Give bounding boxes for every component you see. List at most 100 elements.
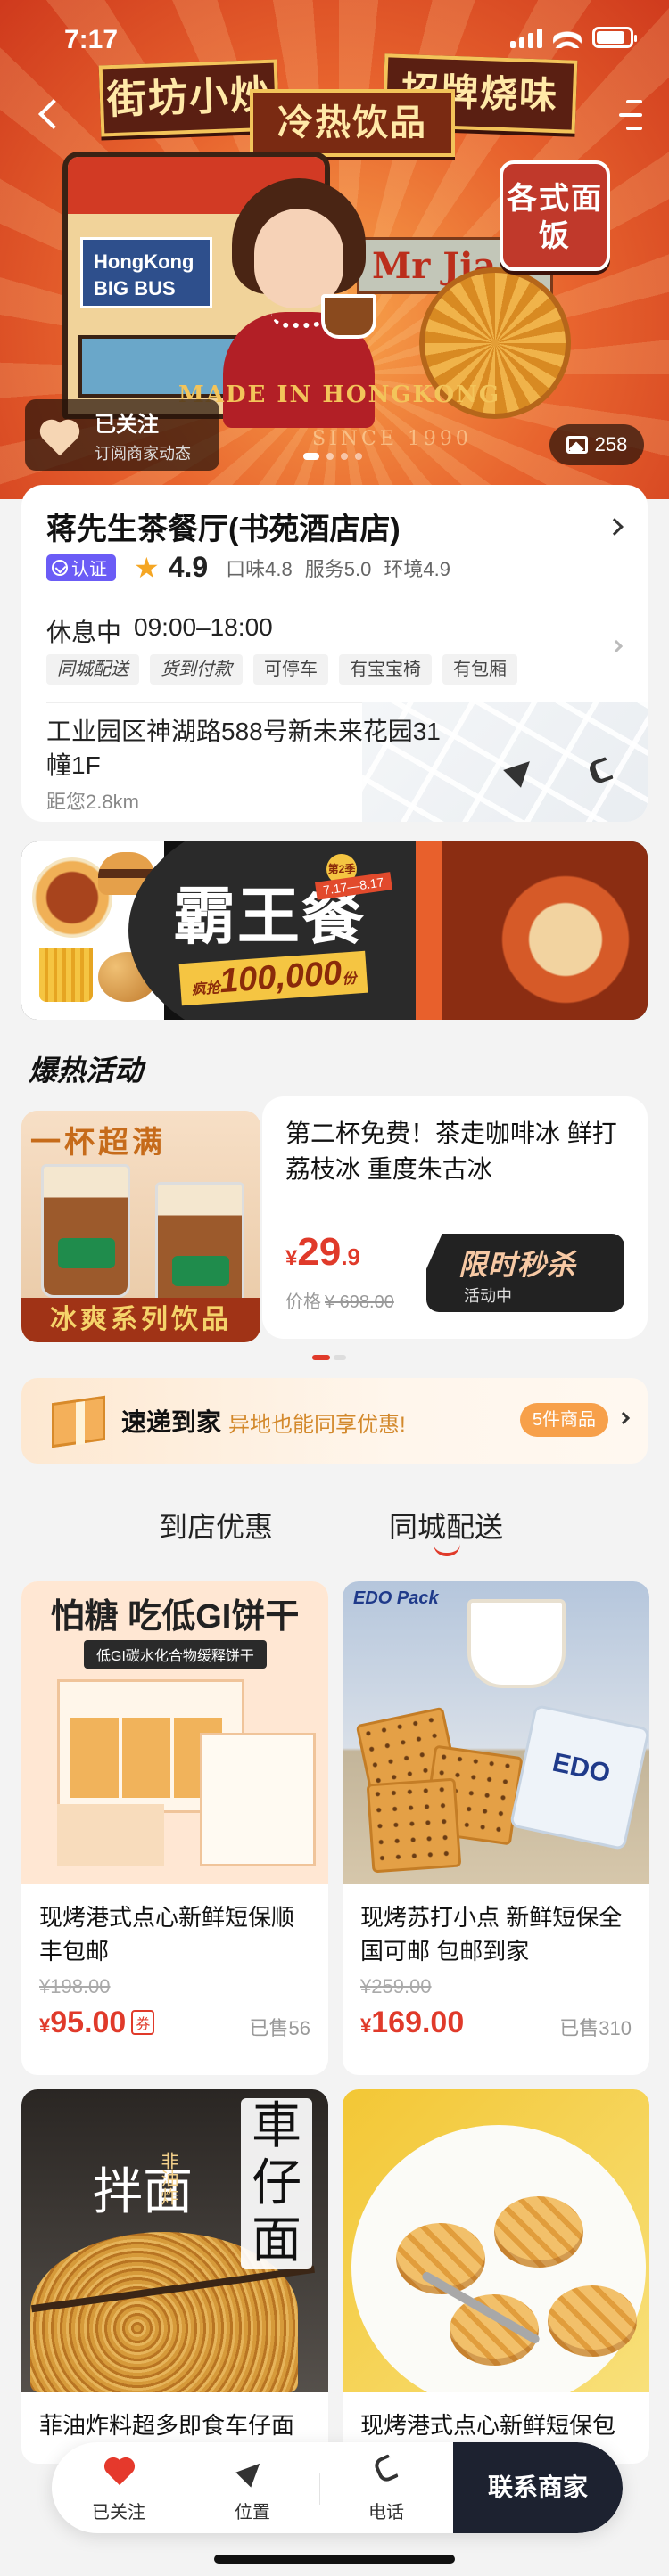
price-value: 95.00 [50,2006,127,2039]
product-original-price: ¥259.00 [360,1975,432,1998]
drink-cup-illustration [155,1182,244,1316]
product-image-text: 非油炸 [158,2152,178,2205]
promo-banner[interactable]: 霸王餐 第2季 7.17—8.17 疯抢100,000份 自选 自助 自取 [21,841,648,1020]
bus-label-2: BIG BUS [94,277,176,299]
coupon-badge: 券 [131,2010,155,2035]
package-icon [41,1391,112,1449]
chevron-right-icon[interactable] [606,518,624,536]
follow-chip[interactable]: 已关注 订阅商家动态 [25,399,219,471]
banner-count-prefix: 疯抢 [191,980,221,998]
signal-icon [510,27,542,48]
certified-label: 认证 [71,560,107,579]
menu-button[interactable] [612,100,642,130]
product-image-brand: EDO Pack [353,1588,439,1608]
product-name: 菲油炸料超多即食车仔面 [39,2412,295,2439]
chevron-right-icon [616,1411,631,1425]
heart-icon [43,419,78,456]
shop-address[interactable]: 工业园区神湖路588号新未来花园31幢1F [46,715,448,783]
product-card[interactable]: 拌面 非油炸 車仔面 菲油炸料超多即食车仔面 [21,2089,328,2464]
activity-title: 第二杯免费！茶走咖啡冰 鲜打荔枝冰 重度朱古冰 [285,1120,617,1183]
product-image-subheading: 低GI碳水化合物缓释饼干 [84,1640,267,1669]
chevron-right-icon[interactable] [609,639,624,653]
rating-score: 4.9 [168,551,209,583]
express-count-badge: 5件商品 [519,1403,608,1437]
hero-sign-2: 冷热饮品 [250,89,455,157]
follow-subtitle: 订阅商家动态 [95,444,191,463]
price-integer: 29 [297,1230,342,1274]
express-title: 速递到家 [121,1408,222,1436]
product-card[interactable]: EDO Pack 现烤苏打小点 新鲜短保全国可邮 包邮到家 ¥259.00 ¥1… [343,1581,649,2075]
tab-bar: 到店优惠 同城配送 [0,1505,669,1558]
carousel-dots [303,453,362,460]
product-image: 拌面 非油炸 車仔面 [21,2089,328,2392]
hero-since: SINCE 1990 [312,428,472,450]
photo-album-button[interactable]: 258 [549,424,644,465]
product-card[interactable]: 怕糖 吃低GI饼干 低GI碳水化合物缓释饼干 现烤港式点心新鲜短保顺丰包邮 ¥1… [21,1581,328,2075]
service-score: 服务5.0 [304,557,372,580]
active-tab-indicator [434,1544,460,1556]
seckill-button[interactable]: 限时秒杀 活动中 [426,1234,624,1312]
status-time: 7:17 [64,25,119,54]
service-tag: 货到付款 [150,654,243,685]
photo-count: 258 [594,433,628,455]
location-button[interactable]: 位置 [186,2442,319,2533]
product-sold-count: 已售56 [249,2017,310,2039]
price-symbol: ¥ [360,2014,372,2037]
product-image: EDO Pack [343,1581,649,1884]
activity-pager [312,1355,346,1360]
activity-image[interactable]: 一杯超满 冰爽系列饮品 [21,1111,260,1342]
follow-status: 已关注 [95,412,159,437]
rating-row[interactable]: 认证 ★ 4.9 口味4.8 服务5.0 环境4.9 [46,551,454,584]
service-tags[interactable]: 同城配送 货到付款 可停车 有宝宝椅 有包厢 [46,654,517,685]
environment-score: 环境4.9 [384,557,450,580]
shop-info-card: 蒋先生茶餐厅(书苑酒店店) 认证 ★ 4.9 口味4.8 服务5.0 环境4.9… [21,485,648,822]
shop-name[interactable]: 蒋先生茶餐厅(书苑酒店店) [46,505,401,548]
hero-banner[interactable]: 街坊小炒 招牌烧味 冷热饮品 HongKong BIG BUS Mr Jia 各式… [0,0,669,499]
phone-button[interactable]: 电话 [319,2442,453,2533]
bottom-action-bar: 已关注 位置 电话 联系商家 [52,2442,623,2533]
contact-merchant-button[interactable]: 联系商家 [453,2442,623,2533]
service-tag: 有宝宝椅 [339,654,432,685]
product-original-price: ¥198.00 [39,1975,111,1998]
shop-distance: 距您2.8km [46,791,139,813]
home-indicator [214,2555,455,2564]
product-image-heading: 怕糖 吃低GI饼干 [50,1598,300,1636]
seckill-label: 限时秒杀 [458,1249,577,1281]
express-delivery-strip[interactable]: 速递到家 异地也能同享优惠! 5件商品 [21,1378,648,1464]
dish-illustration [442,841,648,1020]
taste-score: 口味4.8 [226,557,293,580]
tab-in-store-offers[interactable]: 到店优惠 [159,1505,273,1546]
navigate-icon [235,2456,268,2488]
seckill-status: 活动中 [464,1287,512,1305]
hero-made-in: MADE IN HONGKONG [178,381,501,408]
business-hours[interactable]: 休息中 09:00–18:00 [46,613,273,649]
product-name: 现烤港式点心新鲜短保包 [360,2412,616,2439]
back-button[interactable] [32,96,68,135]
heart-filled-icon [103,2455,136,2487]
tea-cup-illustration [321,294,376,339]
original-price-label: 价格 [285,1292,321,1312]
service-tag: 同城配送 [46,654,139,685]
tab-local-delivery-label: 同城配送 [389,1511,504,1543]
phone-icon [372,2454,399,2484]
section-title-hot-activity: 爆热活动 [29,1054,144,1087]
product-card[interactable]: 现烤港式点心新鲜短保包 [343,2089,649,2464]
product-price: ¥95.00 券 [39,2006,155,2040]
follow-button-label: 已关注 [92,2503,145,2523]
open-status: 休息中 [46,619,122,646]
phone-button-label: 电话 [368,2503,404,2523]
hero-sign-4: 各式面饭 [500,160,610,271]
price-symbol: ¥ [285,1246,298,1270]
battery-icon [592,27,637,48]
product-name: 现烤苏打小点 新鲜短保全国可邮 包邮到家 [360,1904,623,1965]
tab-local-delivery[interactable]: 同城配送 [389,1505,504,1556]
banner-count-unit: 份 [342,971,358,988]
price-value: 169.00 [371,2006,465,2039]
activity-price: ¥29.9 [285,1230,360,1275]
wifi-icon [553,27,582,48]
follow-button[interactable]: 已关注 [52,2442,186,2533]
location-button-label: 位置 [235,2503,270,2523]
activity-card[interactable]: 第二杯免费！茶走咖啡冰 鲜打荔枝冰 重度朱古冰 ¥29.9 价格 ¥ 698.00… [262,1096,648,1339]
status-bar: 7:17 [0,0,669,80]
product-image: 怕糖 吃低GI饼干 低GI碳水化合物缓释饼干 [21,1581,328,1884]
